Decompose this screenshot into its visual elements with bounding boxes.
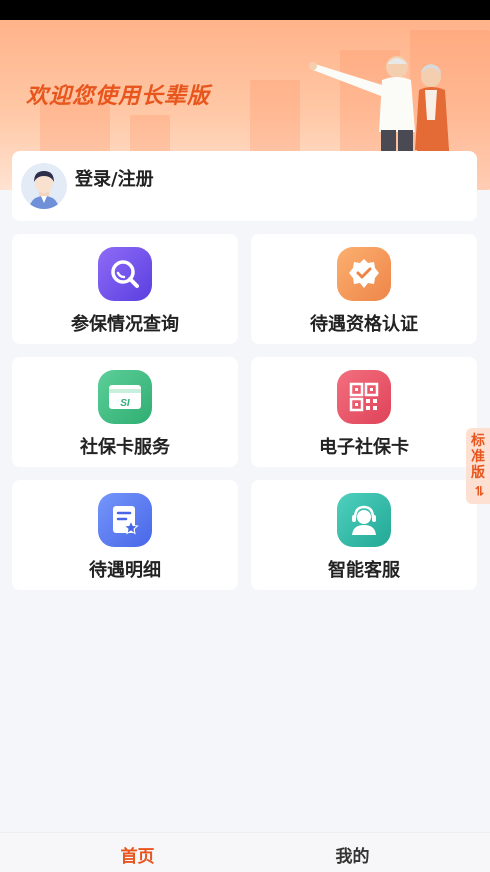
mode-switch-char: 版 — [471, 465, 485, 481]
social-card-icon: SI — [98, 370, 152, 424]
qr-code-icon — [337, 370, 391, 424]
status-bar — [0, 0, 490, 20]
tile-label: 参保情况查询 — [71, 314, 179, 335]
customer-service-icon — [337, 493, 391, 547]
bottom-nav: 首页 我的 — [0, 832, 490, 872]
tile-label: 待遇资格认证 — [310, 314, 418, 335]
login-register-link[interactable]: 登录/注册 — [75, 165, 154, 191]
mode-switch-char: 标 — [471, 433, 485, 449]
tile-label: 智能客服 — [328, 560, 400, 581]
nav-home[interactable]: 首页 — [15, 842, 260, 867]
mode-switch-char: 准 — [471, 449, 485, 465]
tile-smart-customer-service[interactable]: 智能客服 — [251, 480, 477, 590]
tile-label: 社保卡服务 — [80, 437, 170, 458]
tile-label: 待遇明细 — [89, 560, 161, 581]
svg-text:SI: SI — [120, 398, 130, 409]
search-icon — [98, 247, 152, 301]
login-card[interactable]: 登录/注册 — [12, 151, 477, 221]
nav-mine[interactable]: 我的 — [230, 842, 475, 867]
certify-badge-icon — [337, 247, 391, 301]
standard-mode-switch[interactable]: 标 准 版 ⇌ — [466, 428, 490, 504]
avatar — [21, 163, 67, 209]
tile-label: 电子社保卡 — [319, 437, 409, 458]
tile-social-card-service[interactable]: SI 社保卡服务 — [12, 357, 238, 467]
tile-electronic-social-card[interactable]: 电子社保卡 — [251, 357, 477, 467]
banner-title: 欢迎您使用长辈版 — [26, 84, 211, 109]
tile-eligibility-certification[interactable]: 待遇资格认证 — [251, 234, 477, 344]
tile-insurance-query[interactable]: 参保情况查询 — [12, 234, 238, 344]
tile-benefit-details[interactable]: 待遇明细 — [12, 480, 238, 590]
switch-arrows-icon: ⇌ — [471, 485, 486, 497]
document-star-icon — [98, 493, 152, 547]
